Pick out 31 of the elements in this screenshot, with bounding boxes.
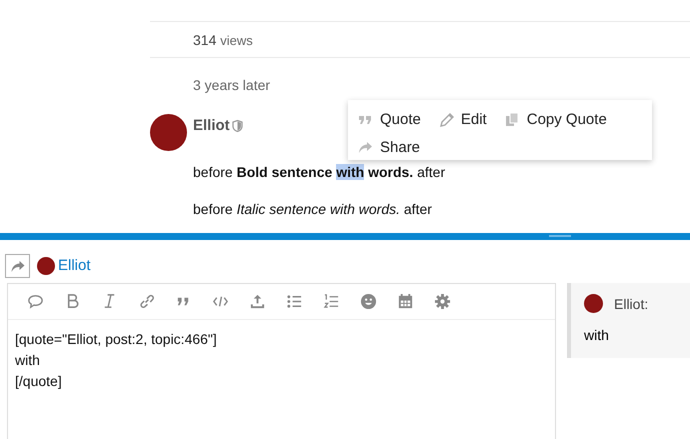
- post-paragraph: before Italic sentence with words. after: [193, 200, 433, 219]
- avatar: [584, 294, 603, 313]
- reply-to-user-link[interactable]: Elliot: [58, 257, 91, 274]
- shield-icon: [232, 120, 243, 132]
- author-name[interactable]: Elliot: [193, 117, 230, 134]
- settings-icon: [434, 293, 451, 310]
- drag-handle[interactable]: [549, 235, 571, 237]
- smiley-icon: [360, 293, 377, 310]
- share-arrow-icon: [358, 140, 373, 154]
- time-gap-label: 3 years later: [192, 76, 272, 95]
- quote-text: with: [584, 327, 610, 343]
- composer-editor[interactable]: [quote="Elliot, post:2, topic:466"] with [/quote]: [7, 283, 556, 439]
- share-arrow-icon: [10, 258, 26, 272]
- reply-action-button[interactable]: [5, 254, 30, 278]
- link-icon: [138, 293, 155, 310]
- edit-menu-item[interactable]: Edit: [436, 105, 489, 133]
- upload-icon: [249, 293, 266, 310]
- calendar-icon: [397, 293, 414, 310]
- copy-icon: [504, 112, 520, 126]
- bulleted-list-icon: [286, 293, 303, 310]
- avatar[interactable]: [150, 114, 187, 151]
- quote-menu-item[interactable]: Quote: [356, 105, 423, 133]
- post-paragraph: before Bold sentence with words. after: [193, 163, 446, 182]
- pencil-icon: [438, 112, 454, 126]
- view-count: 314 views: [192, 31, 254, 50]
- numbered-list-icon: [323, 293, 340, 310]
- speech-bubble-icon: [27, 293, 44, 310]
- avatar: [37, 256, 55, 274]
- quote-author: Elliot:: [614, 296, 648, 312]
- share-menu-item[interactable]: Share: [356, 133, 422, 161]
- copy-menu-item[interactable]: Copy Quote: [502, 105, 609, 133]
